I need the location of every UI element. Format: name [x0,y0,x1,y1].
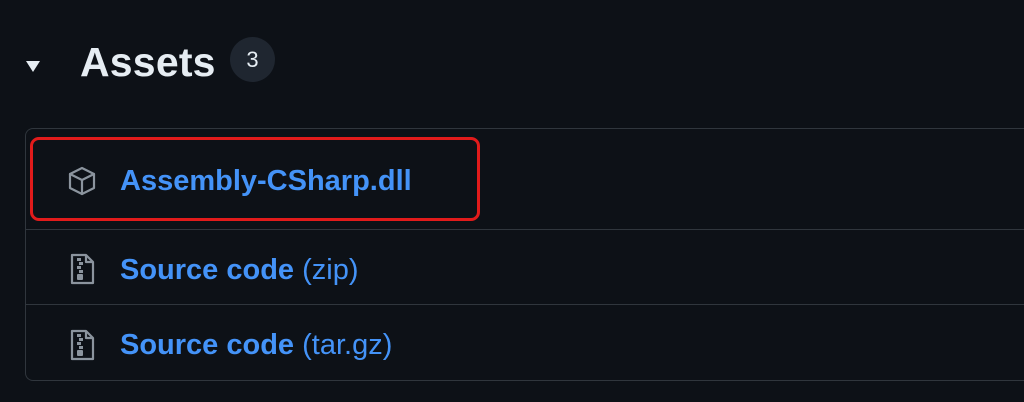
asset-link-source-code-zip[interactable]: Source code (zip) [120,252,359,288]
archive-format-label: (zip) [302,254,359,286]
package-icon [68,166,96,196]
assets-list: Assembly-CSharp.dll Source code (zip) So… [25,128,1024,381]
assets-header: Assets 3 [0,0,1024,120]
asset-link-assembly-csharp-dll[interactable]: Assembly-CSharp.dll [120,163,412,199]
triangle-down-icon[interactable] [22,55,44,77]
release-assets-page: Assets 3 Assembly-CSharp.dll Source code… [0,0,1024,402]
asset-link-source-code-targz[interactable]: Source code (tar.gz) [120,327,392,363]
asset-row-source-targz: Source code (tar.gz) [26,304,1024,381]
source-code-label: Source code [120,329,295,361]
asset-row-source-zip: Source code (zip) [26,229,1024,304]
file-zip-icon [70,253,95,285]
archive-format-label: (tar.gz) [302,329,393,361]
assets-count-badge: 3 [230,37,275,82]
file-zip-icon [70,329,95,361]
source-code-label: Source code [120,254,295,286]
assets-title: Assets [80,39,216,85]
asset-row-dll: Assembly-CSharp.dll [26,129,1024,229]
